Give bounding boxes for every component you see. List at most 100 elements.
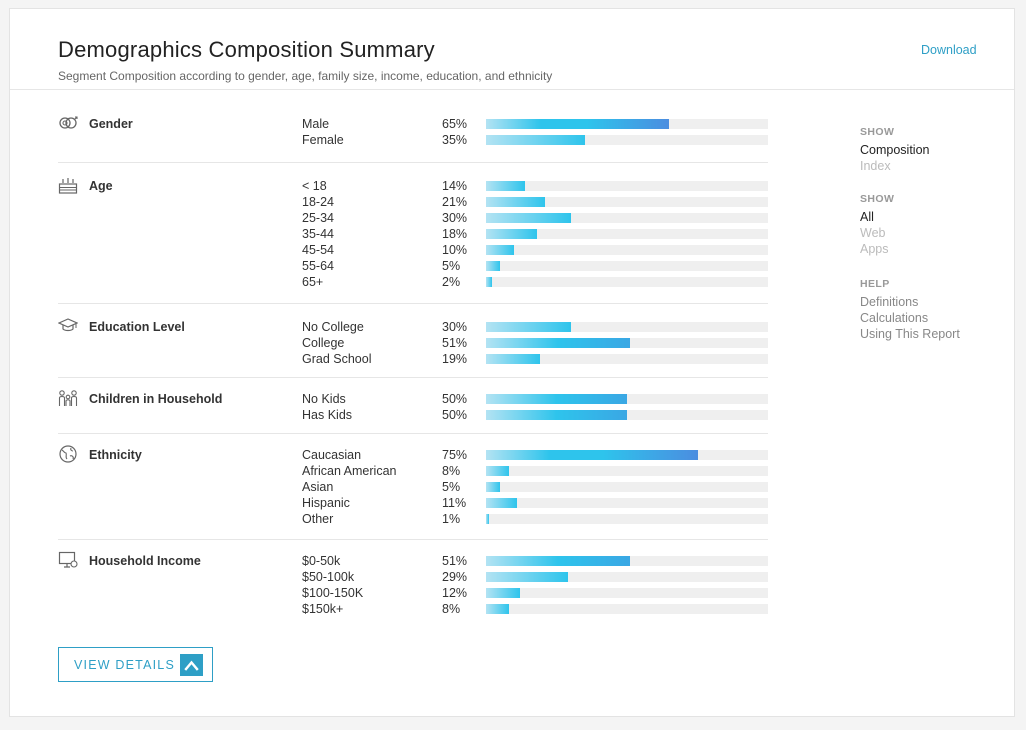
bar-fill [486,450,698,460]
list-item: Other 1% [58,511,768,527]
section-children-in-household: Children in Household No Kids 50% Has Kids 5… [58,377,768,434]
row-percentage: 5% [442,259,461,273]
list-item: Male 65% [58,116,768,132]
help-definitions-link[interactable]: Definitions [860,295,918,309]
option-composition[interactable]: Composition [860,143,929,157]
row-percentage: 35% [442,133,468,147]
list-item: African American 8% [58,463,768,479]
bar-fill [486,261,500,271]
section-ethnicity: Ethnicity Caucasian 75% African American 8% A… [58,433,768,540]
bar-track [486,181,768,191]
row-percentage: 50% [442,408,468,422]
list-item: No Kids 50% [58,391,768,407]
list-item: $150k+ 8% [58,601,768,617]
bar-track [486,604,768,614]
row-label: 25-34 [302,211,334,225]
row-label: African American [302,464,397,478]
bar-fill [486,119,669,129]
help-calculations-link[interactable]: Calculations [860,311,928,325]
bar-fill [486,277,492,287]
bar-track [486,261,768,271]
bar-fill [486,338,630,348]
list-item: 35-44 18% [58,226,768,242]
row-percentage: 30% [442,320,468,334]
option-all[interactable]: All [860,210,874,224]
row-percentage: 8% [442,602,461,616]
view-details-label: VIEW DETAILS [74,658,175,672]
list-item: < 18 14% [58,178,768,194]
section-education-level: Education Level No College 30% College 51% Gr… [58,303,768,378]
row-label: $150k+ [302,602,344,616]
row-label: Hispanic [302,496,350,510]
row-label: $0-50k [302,554,341,568]
list-item: College 51% [58,335,768,351]
bar-track [486,556,768,566]
list-item: $50-100k 29% [58,569,768,585]
bar-track [486,213,768,223]
bar-fill [486,572,568,582]
bar-track [486,450,768,460]
bar-track [486,514,768,524]
row-percentage: 50% [442,392,468,406]
row-label: $50-100k [302,570,355,584]
bar-track [486,394,768,404]
row-percentage: 51% [442,554,468,568]
bar-fill [486,229,537,239]
bar-fill [486,556,630,566]
show-heading-view: SHOW [860,126,895,138]
list-item: 45-54 10% [58,242,768,258]
bar-track [486,410,768,420]
bar-track [486,338,768,348]
list-item: Caucasian 75% [58,447,768,463]
bar-fill [486,213,571,223]
option-index[interactable]: Index [860,159,891,173]
help-heading: HELP [860,278,890,290]
row-percentage: 5% [442,480,461,494]
bar-fill [486,604,509,614]
bar-fill [486,410,627,420]
row-label: Other [302,512,334,526]
bar-track [486,588,768,598]
row-label: 35-44 [302,227,334,241]
bar-fill [486,498,517,508]
row-percentage: 19% [442,352,468,366]
option-apps[interactable]: Apps [860,242,889,256]
help-using-report-link[interactable]: Using This Report [860,327,960,341]
bar-track [486,498,768,508]
view-details-button[interactable]: VIEW DETAILS [58,647,213,682]
row-label: Male [302,117,330,131]
row-label: Asian [302,480,334,494]
bar-track [486,245,768,255]
bar-track [486,277,768,287]
list-item: 25-34 30% [58,210,768,226]
bar-fill [486,588,520,598]
list-item: $0-50k 51% [58,553,768,569]
row-label: College [302,336,345,350]
bar-track [486,229,768,239]
row-label: $100-150K [302,586,364,600]
list-item: 65+ 2% [58,274,768,290]
row-label: 45-54 [302,243,334,257]
list-item: Female 35% [58,132,768,148]
page-title: Demographics Composition Summary [58,37,435,62]
row-percentage: 2% [442,275,461,289]
download-link[interactable]: Download [921,43,977,57]
row-percentage: 11% [442,496,467,510]
section-household-income: Household Income $0-50k 51% $50-100k 29% $100… [58,539,768,619]
bar-fill [486,466,509,476]
row-label: Female [302,133,344,147]
option-web[interactable]: Web [860,226,885,240]
bar-track [486,572,768,582]
section-gender: Gender Male 65% Female 35% [58,109,768,163]
list-item: Hispanic 11% [58,495,768,511]
bar-track [486,197,768,207]
bar-fill [486,394,627,404]
bar-track [486,482,768,492]
section-age: Age < 18 14% 18-24 21% 25-34 30% 35-44 18% 45-54 1… [58,162,768,304]
row-percentage: 1% [442,512,461,526]
row-percentage: 51% [442,336,468,350]
chevron-up-icon [180,654,203,676]
bar-fill [486,482,500,492]
row-label: 65+ [302,275,324,289]
bar-track [486,466,768,476]
